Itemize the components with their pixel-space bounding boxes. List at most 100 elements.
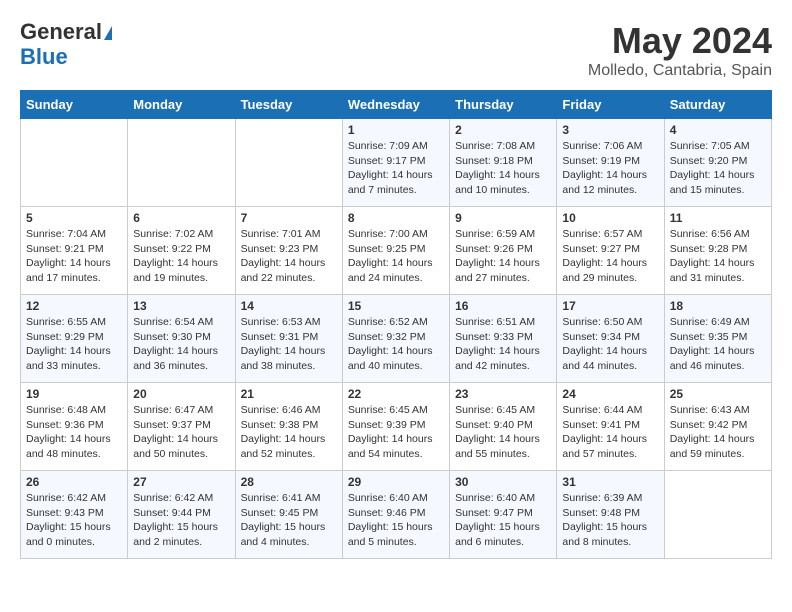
day-number: 14 bbox=[241, 299, 337, 313]
calendar-table: SundayMondayTuesdayWednesdayThursdayFrid… bbox=[20, 90, 772, 559]
cell-content: 21Sunrise: 6:46 AMSunset: 9:38 PMDayligh… bbox=[241, 387, 337, 462]
cell-details: Sunrise: 6:47 AMSunset: 9:37 PMDaylight:… bbox=[133, 403, 229, 462]
cell-content: 14 Sunrise: 6:53 AMSunset: 9:31 PMDayligh… bbox=[241, 299, 337, 374]
calendar-cell: 15 Sunrise: 6:52 AMSunset: 9:32 PMDayligh… bbox=[342, 295, 449, 383]
calendar-cell: 12Sunrise: 6:55 AMSunset: 9:29 PMDayligh… bbox=[21, 295, 128, 383]
day-number: 11 bbox=[670, 211, 766, 225]
day-number: 1 bbox=[348, 123, 444, 137]
calendar-cell bbox=[664, 471, 771, 559]
cell-details: Sunrise: 6:42 AMSunset: 9:44 PMDaylight:… bbox=[133, 491, 229, 550]
calendar-cell: 26 Sunrise: 6:42 AMSunset: 9:43 PMDayligh… bbox=[21, 471, 128, 559]
cell-details: Sunrise: 7:00 AMSunset: 9:25 PMDaylight:… bbox=[348, 227, 444, 286]
day-number: 26 bbox=[26, 475, 122, 489]
cell-details: Sunrise: 6:48 AMSunset: 9:36 PMDaylight:… bbox=[26, 403, 122, 462]
calendar-cell: 23 Sunrise: 6:45 AMSunset: 9:40 PMDayligh… bbox=[450, 383, 557, 471]
cell-details: Sunrise: 6:45 AMSunset: 9:40 PMDaylight:… bbox=[455, 403, 551, 462]
cell-details: Sunrise: 6:45 AMSunset: 9:39 PMDaylight:… bbox=[348, 403, 444, 462]
day-number: 15 bbox=[348, 299, 444, 313]
month-year-title: May 2024 bbox=[588, 20, 772, 62]
weekday-header: Saturday bbox=[664, 91, 771, 119]
cell-details: Sunrise: 6:40 AMSunset: 9:47 PMDaylight:… bbox=[455, 491, 551, 550]
day-number: 16 bbox=[455, 299, 551, 313]
cell-details: Sunrise: 6:55 AMSunset: 9:29 PMDaylight:… bbox=[26, 315, 122, 374]
calendar-cell: 24 Sunrise: 6:44 AMSunset: 9:41 PMDayligh… bbox=[557, 383, 664, 471]
calendar-cell: 14 Sunrise: 6:53 AMSunset: 9:31 PMDayligh… bbox=[235, 295, 342, 383]
calendar-cell bbox=[235, 119, 342, 207]
day-number: 17 bbox=[562, 299, 658, 313]
calendar-cell bbox=[21, 119, 128, 207]
cell-content: 22 Sunrise: 6:45 AMSunset: 9:39 PMDayligh… bbox=[348, 387, 444, 462]
cell-content: 13 Sunrise: 6:54 AMSunset: 9:30 PMDayligh… bbox=[133, 299, 229, 374]
weekday-header: Wednesday bbox=[342, 91, 449, 119]
calendar-cell bbox=[128, 119, 235, 207]
cell-content: 15 Sunrise: 6:52 AMSunset: 9:32 PMDayligh… bbox=[348, 299, 444, 374]
day-number: 18 bbox=[670, 299, 766, 313]
day-number: 19 bbox=[26, 387, 122, 401]
calendar-cell: 19 Sunrise: 6:48 AMSunset: 9:36 PMDayligh… bbox=[21, 383, 128, 471]
weekday-header: Sunday bbox=[21, 91, 128, 119]
calendar-cell: 22 Sunrise: 6:45 AMSunset: 9:39 PMDayligh… bbox=[342, 383, 449, 471]
cell-details: Sunrise: 6:54 AMSunset: 9:30 PMDaylight:… bbox=[133, 315, 229, 374]
logo-icon bbox=[104, 26, 112, 40]
cell-content: 16 Sunrise: 6:51 AMSunset: 9:33 PMDayligh… bbox=[455, 299, 551, 374]
cell-details: Sunrise: 7:08 AMSunset: 9:18 PMDaylight:… bbox=[455, 139, 551, 198]
day-number: 22 bbox=[348, 387, 444, 401]
cell-details: Sunrise: 6:49 AMSunset: 9:35 PMDaylight:… bbox=[670, 315, 766, 374]
calendar-cell: 1 Sunrise: 7:09 AMSunset: 9:17 PMDaylight… bbox=[342, 119, 449, 207]
cell-details: Sunrise: 6:39 AMSunset: 9:48 PMDaylight:… bbox=[562, 491, 658, 550]
day-number: 4 bbox=[670, 123, 766, 137]
cell-details: Sunrise: 6:59 AMSunset: 9:26 PMDaylight:… bbox=[455, 227, 551, 286]
cell-details: Sunrise: 6:52 AMSunset: 9:32 PMDaylight:… bbox=[348, 315, 444, 374]
day-number: 30 bbox=[455, 475, 551, 489]
cell-content: 26 Sunrise: 6:42 AMSunset: 9:43 PMDayligh… bbox=[26, 475, 122, 550]
weekday-header: Tuesday bbox=[235, 91, 342, 119]
cell-details: Sunrise: 6:42 AMSunset: 9:43 PMDaylight:… bbox=[26, 491, 122, 550]
day-number: 20 bbox=[133, 387, 229, 401]
calendar-cell: 6Sunrise: 7:02 AMSunset: 9:22 PMDaylight… bbox=[128, 207, 235, 295]
calendar-header: SundayMondayTuesdayWednesdayThursdayFrid… bbox=[21, 91, 772, 119]
cell-content: 23 Sunrise: 6:45 AMSunset: 9:40 PMDayligh… bbox=[455, 387, 551, 462]
calendar-cell: 3 Sunrise: 7:06 AMSunset: 9:19 PMDaylight… bbox=[557, 119, 664, 207]
cell-details: Sunrise: 6:53 AMSunset: 9:31 PMDaylight:… bbox=[241, 315, 337, 374]
day-number: 3 bbox=[562, 123, 658, 137]
cell-content: 17Sunrise: 6:50 AMSunset: 9:34 PMDayligh… bbox=[562, 299, 658, 374]
cell-details: Sunrise: 7:06 AMSunset: 9:19 PMDaylight:… bbox=[562, 139, 658, 198]
cell-details: Sunrise: 6:44 AMSunset: 9:41 PMDaylight:… bbox=[562, 403, 658, 462]
day-number: 13 bbox=[133, 299, 229, 313]
day-number: 10 bbox=[562, 211, 658, 225]
cell-content: 19 Sunrise: 6:48 AMSunset: 9:36 PMDayligh… bbox=[26, 387, 122, 462]
cell-content: 27 Sunrise: 6:42 AMSunset: 9:44 PMDayligh… bbox=[133, 475, 229, 550]
day-number: 7 bbox=[241, 211, 337, 225]
calendar-body: 1 Sunrise: 7:09 AMSunset: 9:17 PMDaylight… bbox=[21, 119, 772, 559]
calendar-cell: 7Sunrise: 7:01 AMSunset: 9:23 PMDaylight… bbox=[235, 207, 342, 295]
cell-content: 3 Sunrise: 7:06 AMSunset: 9:19 PMDaylight… bbox=[562, 123, 658, 198]
cell-details: Sunrise: 7:05 AMSunset: 9:20 PMDaylight:… bbox=[670, 139, 766, 198]
day-number: 24 bbox=[562, 387, 658, 401]
cell-content: 8Sunrise: 7:00 AMSunset: 9:25 PMDaylight… bbox=[348, 211, 444, 286]
calendar-cell: 10Sunrise: 6:57 AMSunset: 9:27 PMDayligh… bbox=[557, 207, 664, 295]
cell-content: 29Sunrise: 6:40 AMSunset: 9:46 PMDayligh… bbox=[348, 475, 444, 550]
location-subtitle: Molledo, Cantabria, Spain bbox=[588, 62, 772, 80]
calendar-cell: 25Sunrise: 6:43 AMSunset: 9:42 PMDayligh… bbox=[664, 383, 771, 471]
calendar-cell: 20 Sunrise: 6:47 AMSunset: 9:37 PMDayligh… bbox=[128, 383, 235, 471]
cell-content: 6Sunrise: 7:02 AMSunset: 9:22 PMDaylight… bbox=[133, 211, 229, 286]
day-number: 23 bbox=[455, 387, 551, 401]
cell-details: Sunrise: 7:09 AMSunset: 9:17 PMDaylight:… bbox=[348, 139, 444, 198]
calendar-cell: 29Sunrise: 6:40 AMSunset: 9:46 PMDayligh… bbox=[342, 471, 449, 559]
cell-details: Sunrise: 6:41 AMSunset: 9:45 PMDaylight:… bbox=[241, 491, 337, 550]
day-number: 27 bbox=[133, 475, 229, 489]
cell-content: 20 Sunrise: 6:47 AMSunset: 9:37 PMDayligh… bbox=[133, 387, 229, 462]
day-number: 2 bbox=[455, 123, 551, 137]
cell-content: 30 Sunrise: 6:40 AMSunset: 9:47 PMDayligh… bbox=[455, 475, 551, 550]
calendar-cell: 18 Sunrise: 6:49 AMSunset: 9:35 PMDayligh… bbox=[664, 295, 771, 383]
page-header: General Blue May 2024 Molledo, Cantabria… bbox=[20, 20, 772, 80]
day-number: 5 bbox=[26, 211, 122, 225]
day-number: 9 bbox=[455, 211, 551, 225]
cell-details: Sunrise: 6:51 AMSunset: 9:33 PMDaylight:… bbox=[455, 315, 551, 374]
cell-content: 24 Sunrise: 6:44 AMSunset: 9:41 PMDayligh… bbox=[562, 387, 658, 462]
cell-content: 5Sunrise: 7:04 AMSunset: 9:21 PMDaylight… bbox=[26, 211, 122, 286]
logo-text: General bbox=[20, 20, 112, 44]
calendar-cell: 17Sunrise: 6:50 AMSunset: 9:34 PMDayligh… bbox=[557, 295, 664, 383]
weekday-header: Thursday bbox=[450, 91, 557, 119]
calendar-cell: 13 Sunrise: 6:54 AMSunset: 9:30 PMDayligh… bbox=[128, 295, 235, 383]
